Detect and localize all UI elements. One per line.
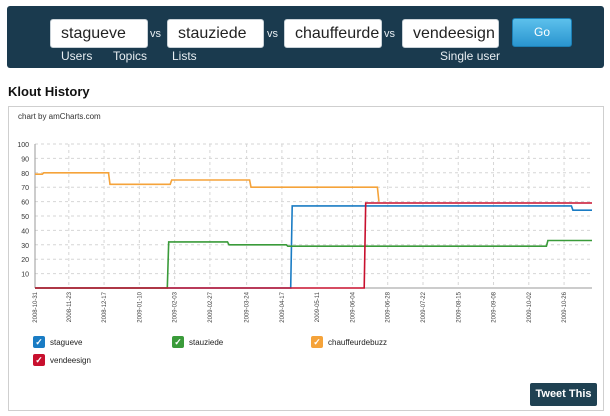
legend-label: chauffeurdebuzz xyxy=(328,337,388,347)
y-tick-label: 90 xyxy=(21,156,29,163)
x-tick-label: 2009-10-02 xyxy=(527,291,533,322)
x-tick-label: 2009-10-26 xyxy=(562,291,568,322)
x-tick-label: 2008-12-17 xyxy=(102,291,108,322)
y-tick-label: 70 xyxy=(21,185,29,192)
legend-label: vendeesign xyxy=(50,355,91,365)
checkbox-icon[interactable]: ✓ xyxy=(311,336,323,348)
checkbox-icon[interactable]: ✓ xyxy=(33,354,45,366)
checkbox-icon[interactable]: ✓ xyxy=(33,336,45,348)
x-tick-label: 2009-02-03 xyxy=(173,291,179,322)
y-tick-label: 10 xyxy=(21,272,29,279)
y-tick-label: 100 xyxy=(17,142,29,149)
legend-label: stagueve xyxy=(50,337,83,347)
y-tick-label: 50 xyxy=(21,214,29,221)
y-tick-label: 30 xyxy=(21,243,29,250)
x-tick-label: 2009-04-17 xyxy=(280,291,286,322)
x-tick-label: 2009-09-08 xyxy=(492,291,498,322)
y-tick-label: 60 xyxy=(21,200,29,207)
series-line-stauziede xyxy=(35,239,592,289)
x-tick-label: 2009-01-10 xyxy=(137,291,143,322)
y-tick-label: 20 xyxy=(21,257,29,264)
x-tick-label: 2009-02-27 xyxy=(208,291,214,322)
legend-item-stagueve[interactable]: ✓ stagueve xyxy=(33,336,82,348)
x-tick-label: 2009-07-22 xyxy=(421,291,427,322)
klout-history-chart: 10 20 30 40 50 60 70 80 90 100 2008-10-31 2008-11-2… xyxy=(17,142,592,323)
x-tick-label: 2008-10-31 xyxy=(33,291,39,322)
x-tick-label: 2008-11-23 xyxy=(67,291,73,322)
checkbox-icon[interactable]: ✓ xyxy=(172,336,184,348)
x-tick-label: 2009-05-11 xyxy=(315,291,321,322)
legend-label: stauziede xyxy=(189,337,224,347)
series-line-chauffeurdebuzz xyxy=(35,172,380,202)
x-tick-label: 2009-03-24 xyxy=(245,291,251,322)
legend-item-chauffeurdebuzz[interactable]: ✓ chauffeurdebuzz xyxy=(311,336,387,348)
x-tick-label: 2009-08-15 xyxy=(456,291,462,322)
legend-item-vendeesign[interactable]: ✓ vendeesign xyxy=(33,354,91,366)
x-tick-label: 2009-06-28 xyxy=(386,291,392,322)
x-tick-label: 2009-06-04 xyxy=(350,291,356,322)
legend-item-stauziede[interactable]: ✓ stauziede xyxy=(172,336,223,348)
tweet-button[interactable]: Tweet This xyxy=(530,383,597,406)
y-tick-label: 40 xyxy=(21,228,29,235)
y-tick-label: 80 xyxy=(21,171,29,178)
